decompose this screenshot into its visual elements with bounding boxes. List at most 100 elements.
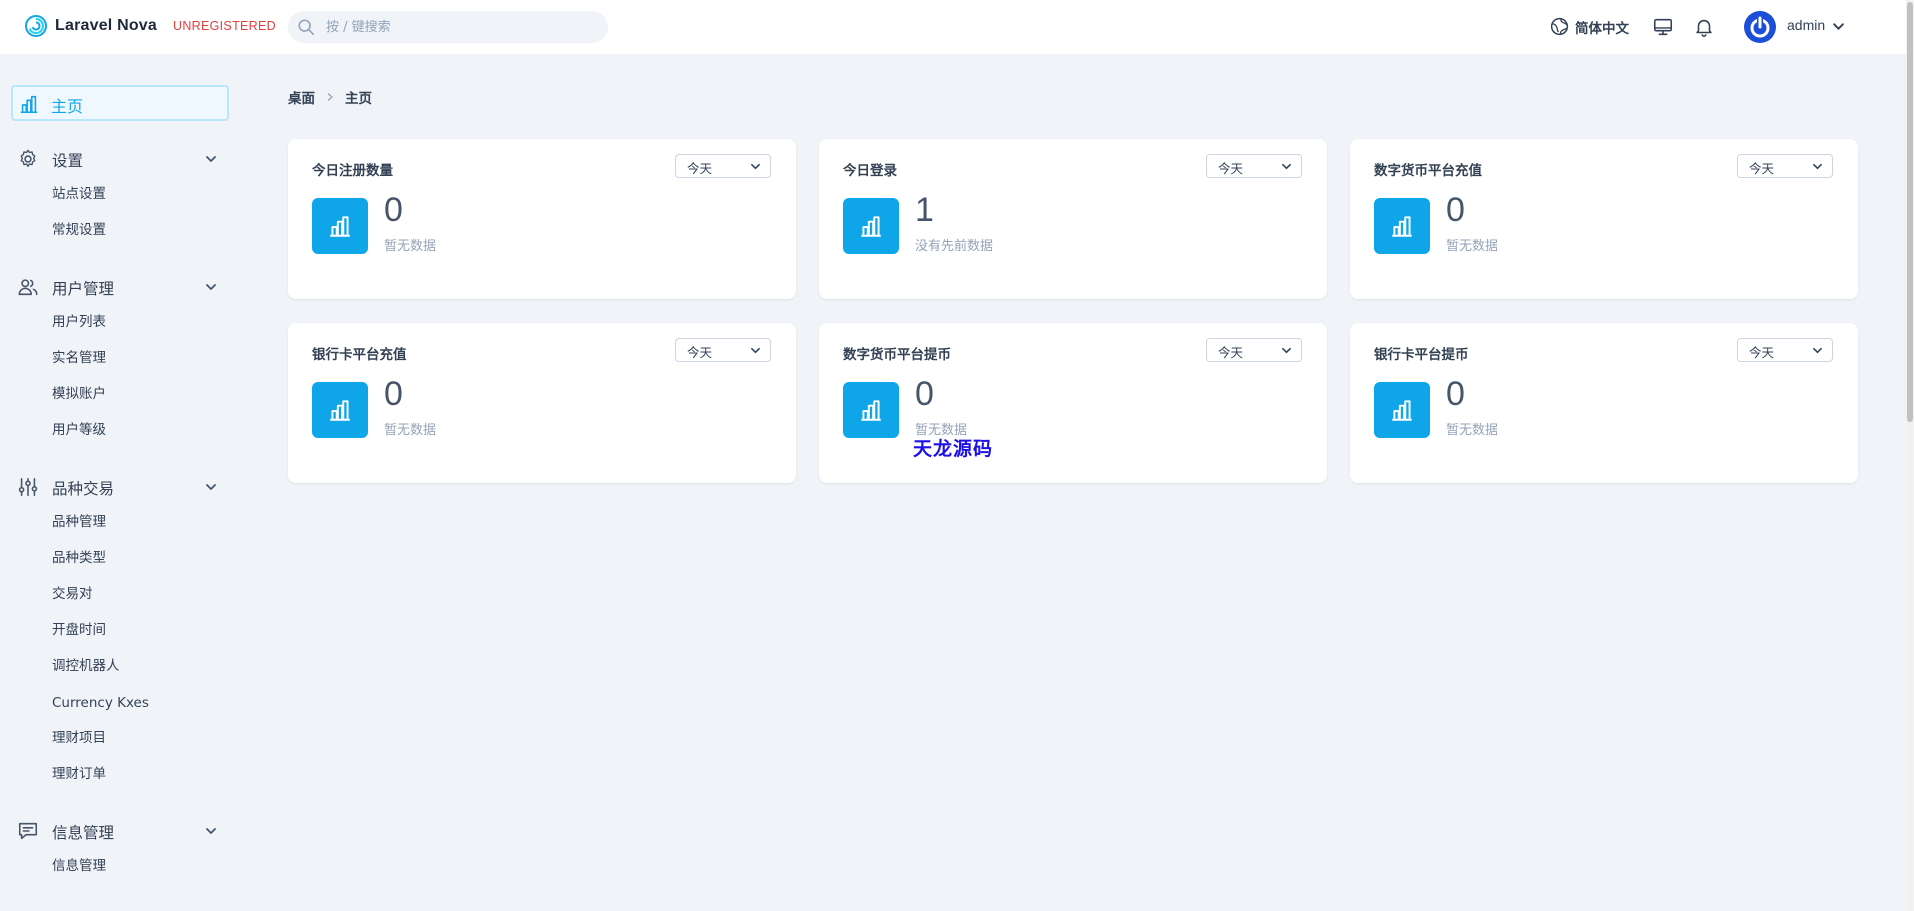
sidebar-item-product-management[interactable]: 品种管理 (52, 511, 106, 533)
chevron-down-icon (206, 284, 216, 291)
card-title: 数字货币平台充值 (1374, 163, 1482, 179)
metric-value: 0 (915, 375, 934, 413)
bar-chart-icon (1392, 400, 1412, 421)
sidebar-item-product-type[interactable]: 品种类型 (52, 547, 106, 569)
breadcrumb-root[interactable]: 桌面 (288, 87, 315, 107)
page-scrollbar[interactable] (1906, 0, 1914, 911)
metric-value: 0 (1446, 191, 1465, 229)
brand-name: Laravel Nova (55, 17, 158, 34)
chevron-down-icon (206, 484, 216, 491)
card-title: 今日登录 (843, 163, 897, 179)
metric-card-today-logins: 今日登录 今天 1 没有先前数据 (819, 139, 1327, 299)
range-select[interactable]: 今天 (1206, 338, 1302, 362)
sidebar-group-label: 设置 (52, 152, 84, 170)
bar-chart-icon (20, 95, 38, 114)
metric-tile (312, 198, 368, 254)
metric-value: 0 (384, 375, 403, 413)
range-select[interactable]: 今天 (1737, 154, 1833, 178)
sidebar-item-message-management[interactable]: 信息管理 (52, 855, 106, 877)
sidebar-item-finance-order[interactable]: 理财订单 (52, 763, 106, 785)
sidebar-item-real-name[interactable]: 实名管理 (52, 347, 106, 369)
chevron-right-icon (327, 93, 333, 101)
range-value: 今天 (1749, 161, 1775, 176)
chevron-down-icon (1813, 163, 1822, 170)
chevron-down-icon (206, 156, 216, 163)
range-select[interactable]: 今天 (1737, 338, 1833, 362)
sidebar-item-currency-kxes[interactable]: Currency Kxes (52, 692, 149, 714)
metric-tile (843, 382, 899, 438)
sidebar-group-users[interactable]: 用户管理 (0, 270, 240, 304)
metric-tile (843, 198, 899, 254)
card-title: 数字货币平台提币 (843, 347, 951, 363)
range-value: 今天 (1749, 345, 1775, 360)
metric-tile (1374, 198, 1430, 254)
search-icon (298, 19, 315, 36)
metric-card-crypto-withdraw: 数字货币平台提币 今天 0 暂无数据 (819, 323, 1327, 483)
sidebar-item-trading-pair[interactable]: 交易对 (52, 583, 93, 605)
range-value: 今天 (687, 345, 713, 360)
language-label: 简体中文 (1575, 20, 1629, 37)
gear-icon (20, 149, 36, 167)
metric-note: 暂无数据 (1446, 423, 1499, 438)
sidebar-item-control-robot[interactable]: 调控机器人 (52, 655, 120, 677)
range-value: 今天 (1218, 345, 1244, 360)
monitor-icon[interactable] (1652, 16, 1674, 38)
range-select[interactable]: 今天 (675, 154, 771, 178)
bar-chart-icon (861, 400, 881, 421)
metric-value: 1 (915, 191, 934, 229)
bar-chart-icon (1392, 216, 1412, 237)
sidebar: 主页 设置 站点设置 常规设置 用户管理 用户列表 实名管理 模拟账户 用户等级 (0, 54, 240, 911)
chat-icon (18, 822, 38, 840)
sidebar-item-opening-time[interactable]: 开盘时间 (52, 619, 106, 641)
watermark-text: 天龙源码 (913, 438, 994, 460)
language-switcher[interactable]: 简体中文 (1549, 16, 1629, 37)
range-select[interactable]: 今天 (1206, 154, 1302, 178)
chevron-down-icon (751, 347, 760, 354)
avatar[interactable] (1744, 11, 1776, 43)
sidebar-item-demo-account[interactable]: 模拟账户 (52, 383, 106, 405)
metric-value: 0 (1446, 375, 1465, 413)
card-title: 银行卡平台提币 (1374, 347, 1469, 363)
chevron-down-icon (1282, 347, 1291, 354)
metric-card-bank-withdraw: 银行卡平台提币 今天 0 暂无数据 (1350, 323, 1858, 483)
sidebar-item-user-list[interactable]: 用户列表 (52, 311, 106, 333)
bar-chart-icon (330, 400, 350, 421)
globe-icon (1550, 17, 1569, 36)
sidebar-group-messages[interactable]: 信息管理 (0, 814, 240, 848)
nova-logo-icon (25, 15, 47, 37)
sidebar-group-label: 品种交易 (52, 480, 115, 498)
bar-chart-icon (330, 216, 350, 237)
user-name[interactable]: admin (1787, 17, 1825, 33)
bar-chart-icon (861, 216, 881, 237)
sidebar-item-finance-project[interactable]: 理财项目 (52, 727, 106, 749)
sidebar-item-general-settings[interactable]: 常规设置 (52, 219, 106, 241)
metric-value: 0 (384, 191, 403, 229)
metric-tile (312, 382, 368, 438)
sidebar-item-home[interactable]: 主页 (11, 85, 229, 121)
chevron-down-icon (206, 828, 216, 835)
metric-card-today-registrations: 今日注册数量 今天 0 暂无数据 (288, 139, 796, 299)
search-box[interactable] (288, 11, 608, 43)
metric-tile (1374, 382, 1430, 438)
sidebar-group-label: 用户管理 (52, 280, 115, 298)
card-title: 今日注册数量 (312, 163, 393, 179)
chevron-down-icon (751, 163, 760, 170)
card-title: 银行卡平台充值 (312, 347, 407, 363)
users-icon (18, 279, 38, 296)
chevron-down-icon[interactable] (1832, 20, 1845, 33)
metric-note: 暂无数据 (384, 239, 437, 254)
sidebar-item-user-level[interactable]: 用户等级 (52, 419, 106, 441)
scrollbar-thumb[interactable] (1907, 2, 1913, 422)
range-value: 今天 (1218, 161, 1244, 176)
bell-icon[interactable] (1693, 16, 1715, 38)
unregistered-badge: UNREGISTERED (173, 19, 276, 33)
sidebar-group-settings[interactable]: 设置 (0, 142, 240, 176)
sidebar-group-trading[interactable]: 品种交易 (0, 470, 240, 504)
sliders-icon (18, 477, 38, 497)
range-select[interactable]: 今天 (675, 338, 771, 362)
top-header: Laravel Nova UNREGISTERED 简体中文 admin (0, 0, 1906, 54)
search-input[interactable] (326, 11, 596, 43)
brand[interactable]: Laravel Nova UNREGISTERED (24, 14, 276, 38)
metric-note: 暂无数据 (1446, 239, 1499, 254)
sidebar-item-site-settings[interactable]: 站点设置 (52, 183, 106, 205)
